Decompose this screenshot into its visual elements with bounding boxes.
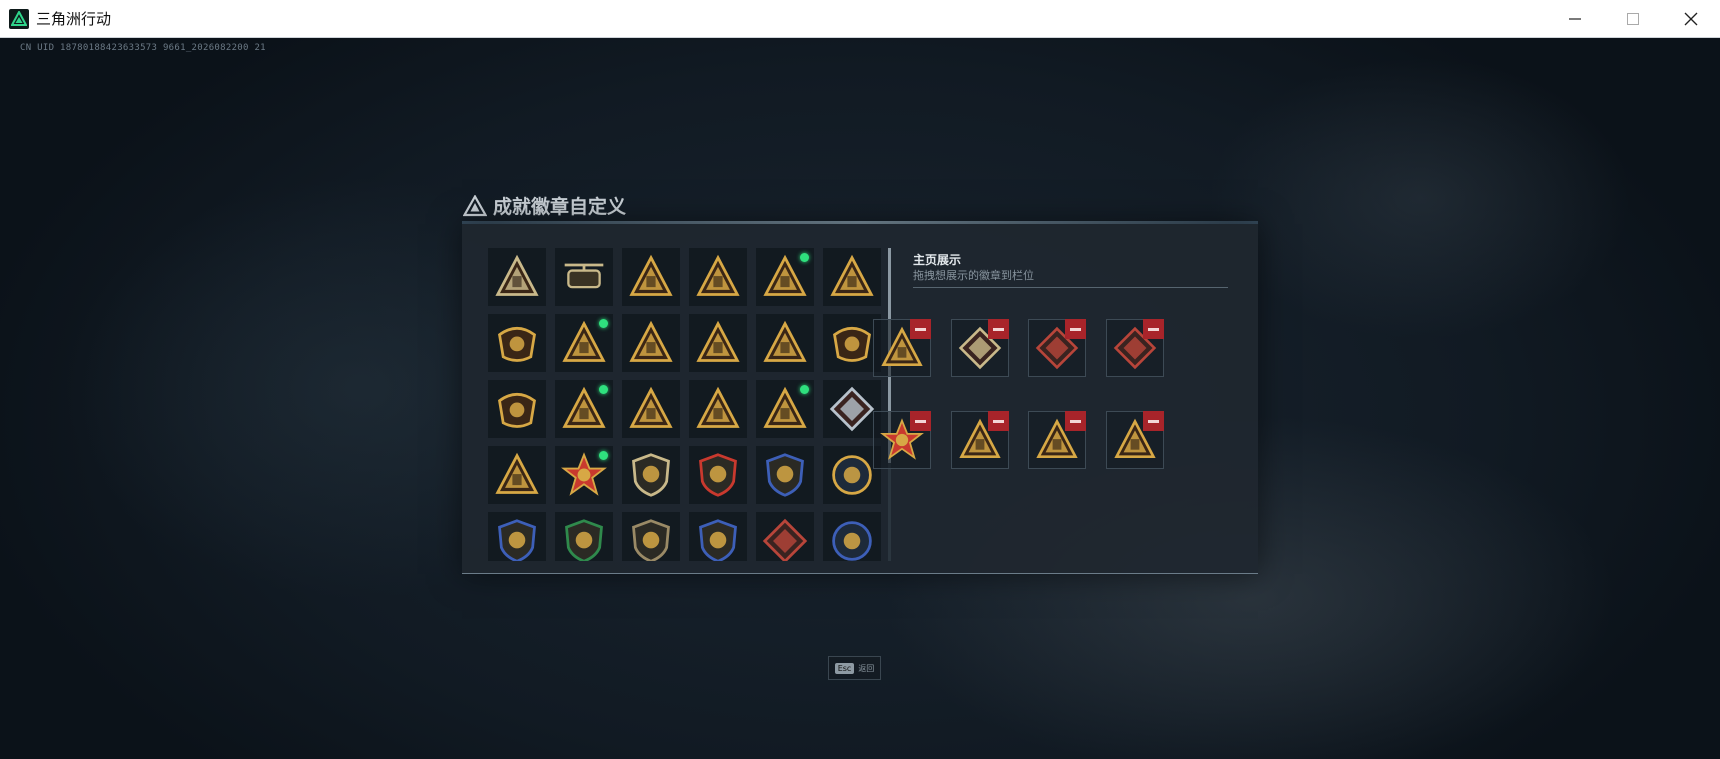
badge-cell[interactable] [689,446,747,504]
shield-triangle-badge-icon [495,254,539,296]
new-indicator-dot [800,385,809,394]
showcase-subtitle: 拖拽想展示的徽章到栏位 [913,269,1034,282]
shield-rank-badge-icon [632,453,670,497]
triangle-gear-badge-icon [495,452,539,494]
badge-cell[interactable] [756,248,814,306]
badge-cell[interactable] [622,314,680,372]
close-button[interactable] [1662,0,1720,38]
triangle-flag-badge-icon [629,386,673,428]
showcase-slot[interactable] [951,411,1009,469]
green-shield-badge-icon [565,519,603,561]
window-title: 三角洲行动 [36,10,112,28]
blue-shield-wings-badge-icon [498,519,536,561]
badge-cell[interactable] [488,512,546,561]
helicopter-badge-icon [564,263,604,289]
triangle-vault-badge-icon [696,254,740,296]
gear-emblem-badge-icon [498,392,536,428]
remove-badge-button[interactable] [1143,411,1164,431]
badge-cell[interactable] [622,446,680,504]
remove-badge-button[interactable] [910,319,931,339]
badge-cell[interactable] [555,446,613,504]
delta-triangle-icon [463,194,487,216]
badge-grid [488,248,888,561]
uid-text: CN UID 18780188423633573 9661_2026082200… [20,43,266,53]
showcase-slot[interactable] [951,319,1009,377]
blue-circle-eagle-badge-icon [832,521,872,561]
new-indicator-dot [599,319,608,328]
showcase-slot[interactable] [873,411,931,469]
badge-cell[interactable] [488,380,546,438]
badge-cell[interactable] [622,248,680,306]
badge-cell[interactable] [756,314,814,372]
showcase-slot[interactable] [873,319,931,377]
red-shield-stars-badge-icon [699,453,737,497]
badge-cell[interactable] [555,512,613,561]
remove-badge-button[interactable] [988,411,1009,431]
round-skull-badge-icon [832,455,872,495]
new-indicator-dot [599,385,608,394]
badge-cell[interactable] [555,314,613,372]
panel-header: 成就徽章自定义 [463,192,626,219]
blue-shield-rifles-badge-icon [699,519,737,561]
badge-cell[interactable] [756,512,814,561]
badge-cell[interactable] [756,380,814,438]
game-viewport: CN UID 18780188423633573 9661_2026082200… [0,38,1720,759]
triangle-squad-badge-icon [696,386,740,428]
badge-cell[interactable] [689,314,747,372]
esc-key-hint: Esc [834,662,855,674]
badge-cell[interactable] [555,248,613,306]
close-icon [1684,12,1698,26]
minimize-icon [1569,18,1581,20]
remove-badge-button[interactable] [1065,411,1086,431]
triangle-tower-badge-icon [830,254,874,296]
new-indicator-dot [599,451,608,460]
back-label: 返回 [858,663,875,673]
badge-customize-panel: 主页展示 拖拽想展示的徽章到栏位 [462,224,1258,574]
triangle-number-one-badge-icon [763,320,807,362]
maximize-button[interactable] [1604,0,1662,38]
badge-cell[interactable] [823,248,881,306]
window-titlebar: 三角洲行动 [0,0,1720,38]
badge-cell[interactable] [689,512,747,561]
crystal-diamond-badge-icon [829,386,875,432]
badge-grid-scrollbar[interactable] [888,248,891,561]
badge-cell[interactable] [823,512,881,561]
showcase-divider [913,287,1228,288]
showcase-title: 主页展示 [913,253,962,267]
badge-cell[interactable] [555,380,613,438]
showcase-slot[interactable] [1028,319,1086,377]
showcase-slot[interactable] [1106,319,1164,377]
winged-skull-badge-icon [498,326,536,362]
badge-cell[interactable] [622,380,680,438]
minimize-button[interactable] [1546,0,1604,38]
badge-cell[interactable] [689,380,747,438]
triangle-helmet-badge-icon [696,320,740,362]
red-diamond-beast-badge-icon [762,518,808,561]
blue-shield-eagle-badge-icon [766,453,804,497]
remove-badge-button[interactable] [1065,319,1086,339]
new-indicator-dot [800,253,809,262]
remove-badge-button[interactable] [910,411,931,431]
maximize-icon [1627,13,1639,25]
crossed-swords-triangle-badge-icon [629,320,673,362]
panel-title: 成就徽章自定义 [493,196,627,218]
wreath-emblem-badge-icon [833,326,871,362]
badge-cell[interactable] [488,248,546,306]
dark-shield-crosshair-badge-icon [632,519,670,561]
showcase-slot[interactable] [1028,411,1086,469]
triangle-armor-badge-icon [629,254,673,296]
showcase-slot[interactable] [1106,411,1164,469]
remove-badge-button[interactable] [1143,319,1164,339]
badge-cell[interactable] [756,446,814,504]
badge-cell[interactable] [488,314,546,372]
remove-badge-button[interactable] [988,319,1009,339]
delta-logo-icon [9,8,29,29]
back-button[interactable]: Esc 返回 [828,656,881,680]
badge-cell[interactable] [622,512,680,561]
badge-cell[interactable] [488,446,546,504]
badge-cell[interactable] [689,248,747,306]
